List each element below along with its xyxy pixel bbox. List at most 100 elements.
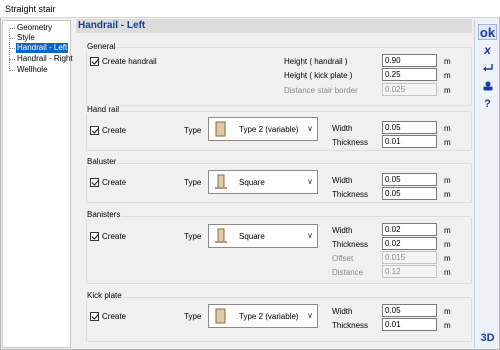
distance-stair-border-input: 0.025	[382, 83, 437, 96]
kick-plate-thickness-input[interactable]: 0.01	[382, 318, 437, 331]
hand-rail-type-label: Type	[184, 126, 202, 135]
kick-plate-type-value: Type 2 (variable)	[239, 312, 299, 321]
right-toolbar: ok x ? 3D	[474, 20, 499, 348]
tree-connector	[9, 28, 15, 29]
main-panel: General Create handrail Height ( handrai…	[76, 33, 472, 349]
tree-connector	[9, 38, 15, 39]
unit-label: m	[444, 254, 451, 263]
baluster-type-select[interactable]: Square ∨	[208, 170, 318, 194]
unit-label: m	[444, 268, 451, 277]
kick-plate-type-select[interactable]: Type 2 (variable) ∨	[208, 304, 318, 328]
create-baluster-label: Create	[102, 178, 127, 187]
baluster-thickness-input[interactable]: 0.05	[382, 187, 437, 200]
unit-label: m	[444, 57, 451, 66]
banisters-width-label: Width	[332, 226, 353, 235]
kick-plate-type-label: Type	[184, 312, 202, 321]
tree-item-geometry[interactable]: Geometry	[16, 23, 53, 33]
undo-button[interactable]	[478, 60, 497, 76]
unit-label: m	[444, 307, 451, 316]
banisters-type-select[interactable]: Square ∨	[208, 224, 318, 248]
three-d-button[interactable]: 3D	[478, 330, 497, 346]
chevron-down-icon: ∨	[307, 231, 313, 240]
window-title: Straight stair	[5, 4, 56, 14]
banisters-thickness-label: Thickness	[332, 240, 369, 249]
hand-rail-width-label: Width	[332, 124, 353, 133]
banisters-type-value: Square	[239, 232, 265, 241]
height-handrail-label: Height ( handrail )	[284, 57, 348, 66]
banisters-offset-input: 0.015	[382, 251, 437, 264]
chevron-down-icon: ∨	[307, 311, 313, 320]
unit-label: m	[444, 240, 451, 249]
banisters-type-label: Type	[184, 232, 202, 241]
banisters-width-input[interactable]: 0.02	[382, 223, 437, 236]
window-titlebar: Straight stair	[0, 0, 500, 18]
navigation-tree: Geometry Style Handrail - Left Handrail …	[2, 20, 74, 348]
baluster-thickness-label: Thickness	[332, 190, 369, 199]
unit-label: m	[444, 124, 451, 133]
banisters-distance-label: Distance	[332, 268, 364, 277]
page-title: Handrail - Left	[78, 20, 146, 31]
baluster-type-value: Square	[239, 178, 265, 187]
height-kick-plate-input[interactable]: 0.25	[382, 68, 437, 81]
height-handrail-input[interactable]: 0.90	[382, 54, 437, 67]
tree-connector	[9, 70, 15, 71]
tree-item-wellhole[interactable]: Wellhole	[16, 65, 49, 75]
ok-button[interactable]: ok	[478, 24, 497, 40]
tree-connector	[9, 28, 10, 71]
hand-rail-type-select[interactable]: Type 2 (variable) ∨	[208, 117, 318, 141]
banisters-thickness-input[interactable]: 0.02	[382, 237, 437, 250]
chevron-down-icon: ∨	[307, 177, 313, 186]
group-baluster-title: Baluster	[86, 157, 118, 166]
tree-connector	[9, 59, 15, 60]
help-icon: ?	[484, 98, 491, 110]
banisters-offset-label: Offset	[332, 254, 354, 263]
tree-connector	[9, 48, 15, 49]
group-banisters-title: Banisters	[86, 210, 122, 219]
chevron-down-icon: ∨	[307, 124, 313, 133]
plank-icon	[215, 121, 226, 137]
baluster-type-label: Type	[184, 178, 202, 187]
create-hand-rail-label: Create	[102, 126, 127, 135]
tree-item-style[interactable]: Style	[16, 33, 36, 43]
kit-button[interactable]	[478, 78, 497, 94]
baluster-width-label: Width	[332, 176, 353, 185]
unit-label: m	[444, 321, 451, 330]
group-general-title: General	[86, 42, 117, 51]
hand-rail-width-input[interactable]: 0.05	[382, 121, 437, 134]
unit-label: m	[444, 86, 451, 95]
plank-icon	[215, 308, 226, 324]
create-banisters-checkbox[interactable]	[90, 232, 99, 241]
unit-label: m	[444, 226, 451, 235]
banisters-distance-input: 0.12	[382, 265, 437, 278]
baluster-width-input[interactable]: 0.05	[382, 173, 437, 186]
distance-stair-border-label: Distance stair border	[284, 86, 358, 95]
unit-label: m	[444, 71, 451, 80]
square-post-icon	[215, 174, 227, 189]
create-handrail-checkbox[interactable]	[90, 57, 99, 66]
group-kick-plate-title: Kick plate	[86, 291, 123, 300]
cancel-button[interactable]: x	[478, 42, 497, 58]
hand-rail-thickness-input[interactable]: 0.01	[382, 135, 437, 148]
kick-plate-width-label: Width	[332, 307, 353, 316]
section-header: Handrail - Left	[76, 19, 472, 33]
tree-item-handrail-right[interactable]: Handrail - Right	[16, 54, 74, 64]
create-banisters-label: Create	[102, 232, 127, 241]
tree-item-handrail-left[interactable]: Handrail - Left	[16, 43, 69, 53]
unit-label: m	[444, 190, 451, 199]
unit-label: m	[444, 176, 451, 185]
create-baluster-checkbox[interactable]	[90, 178, 99, 187]
help-button[interactable]: ?	[478, 96, 497, 112]
square-post-icon	[215, 228, 227, 243]
create-kick-plate-checkbox[interactable]	[90, 312, 99, 321]
create-hand-rail-checkbox[interactable]	[90, 126, 99, 135]
create-handrail-label: Create handrail	[102, 57, 157, 66]
hand-rail-thickness-label: Thickness	[332, 138, 369, 147]
hand-rail-type-value: Type 2 (variable)	[239, 125, 299, 134]
kit-icon	[483, 81, 492, 91]
height-kick-plate-label: Height ( kick plate )	[284, 71, 353, 80]
undo-arrow-icon	[482, 64, 493, 72]
group-hand-rail-title: Hand rail	[86, 105, 121, 114]
kick-plate-thickness-label: Thickness	[332, 321, 369, 330]
create-kick-plate-label: Create	[102, 312, 127, 321]
kick-plate-width-input[interactable]: 0.05	[382, 304, 437, 317]
